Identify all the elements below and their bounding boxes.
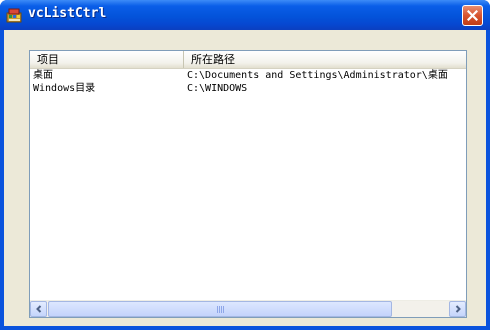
list-row[interactable]: Windows目录 C:\WINDOWS [30, 82, 466, 95]
column-header-label: 项目 [37, 53, 59, 66]
column-header-path[interactable]: 所在路径 [184, 51, 466, 68]
column-header-item[interactable]: 项目 [30, 51, 184, 68]
scroll-right-button[interactable] [449, 301, 466, 317]
arrow-right-icon [455, 305, 461, 313]
window-title: vcListCtrl [28, 6, 107, 21]
row-item-path: C:\WINDOWS [187, 83, 248, 94]
close-button[interactable] [462, 5, 483, 26]
grip-icon [217, 306, 225, 313]
list-rows: 桌面 C:\Documents and Settings\Administrat… [30, 69, 466, 95]
title-bar[interactable]: vcListCtrl [0, 0, 490, 30]
row-item-name: 桌面 [33, 70, 53, 81]
list-row[interactable]: 桌面 C:\Documents and Settings\Administrat… [30, 69, 466, 82]
app-icon[interactable] [6, 7, 22, 23]
column-header-label: 所在路径 [191, 53, 235, 66]
scroll-thumb[interactable] [48, 301, 392, 317]
close-icon [467, 10, 478, 21]
scroll-left-button[interactable] [30, 301, 47, 317]
row-item-name: Windows目录 [33, 83, 96, 94]
horizontal-scrollbar[interactable] [30, 300, 466, 317]
list-header: 项目 所在路径 [30, 51, 466, 69]
arrow-left-icon [35, 305, 41, 313]
dialog-client-area: 项目 所在路径 桌面 C:\Documents and Settings\Adm… [4, 30, 486, 326]
row-item-path: C:\Documents and Settings\Administrator\… [187, 70, 448, 81]
list-control[interactable]: 项目 所在路径 桌面 C:\Documents and Settings\Adm… [29, 50, 467, 318]
app-window: vcListCtrl 项目 所在路径 桌面 C:\Documents and S… [0, 0, 490, 330]
